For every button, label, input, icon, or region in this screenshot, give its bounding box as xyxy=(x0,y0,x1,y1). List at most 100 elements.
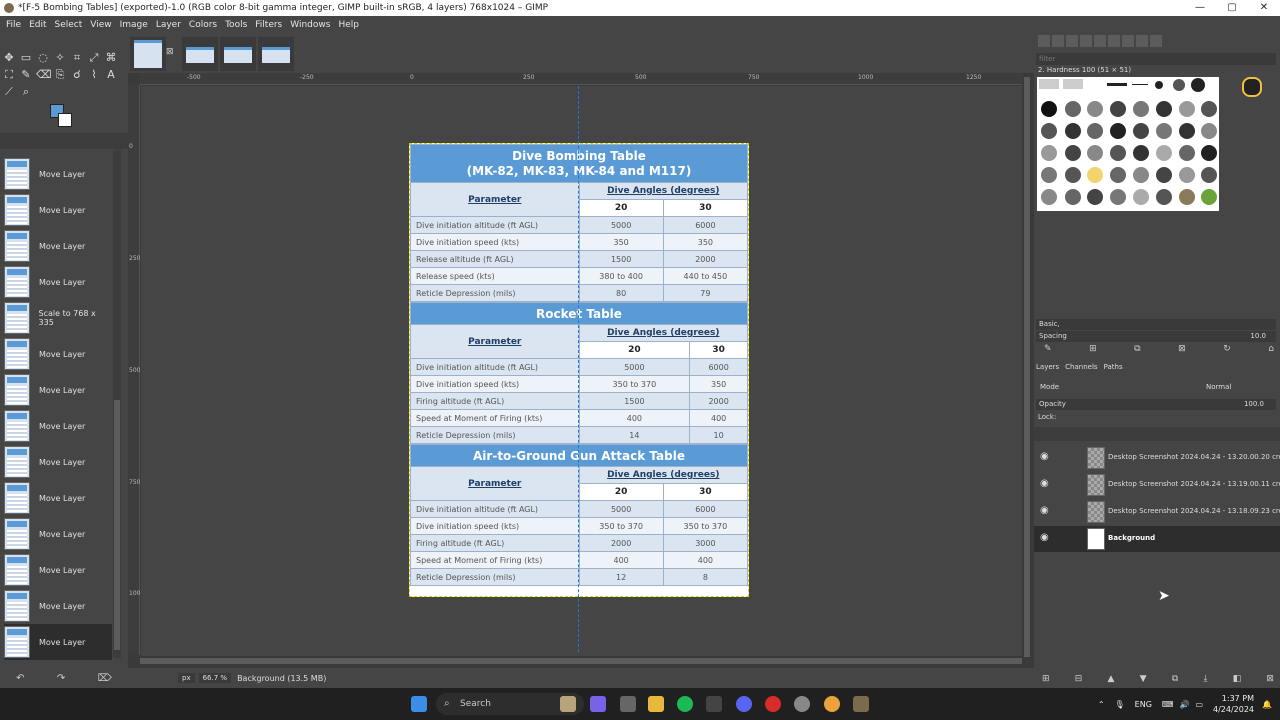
language-indicator[interactable]: ENG xyxy=(1135,700,1152,709)
undo-item[interactable]: Move Layer xyxy=(4,264,112,300)
delete-brush-icon[interactable]: ⊠ xyxy=(1178,344,1186,356)
horizontal-scrollbar[interactable] xyxy=(140,657,1022,665)
zoom-tool-icon[interactable]: ⌕ xyxy=(19,85,33,99)
duplicate-layer-icon[interactable]: ⧉ xyxy=(1172,674,1178,686)
text-tool-icon[interactable]: A xyxy=(104,68,118,82)
refresh-brushes-icon[interactable]: ↻ xyxy=(1223,344,1231,356)
tab-channels[interactable]: Channels xyxy=(1065,363,1097,375)
move-tool-icon[interactable]: ✥ xyxy=(2,51,16,65)
undo-item[interactable]: Move Layer xyxy=(4,192,112,228)
delete-layer-icon[interactable]: ⊠ xyxy=(1266,674,1274,686)
gimp-taskbar-icon[interactable] xyxy=(853,696,869,712)
menu-image[interactable]: Image xyxy=(116,20,152,30)
menu-help[interactable]: Help xyxy=(334,20,363,30)
app-icon[interactable] xyxy=(706,696,722,712)
menu-file[interactable]: File xyxy=(2,20,25,30)
widgets-icon[interactable] xyxy=(560,696,576,712)
windows-start-icon[interactable] xyxy=(411,696,427,712)
merge-layer-icon[interactable]: ⤓ xyxy=(1203,674,1207,686)
measure-tool-icon[interactable]: ⟋ xyxy=(2,85,16,99)
menu-layer[interactable]: Layer xyxy=(152,20,185,30)
rect-select-tool-icon[interactable]: ▭ xyxy=(19,51,33,65)
discord-icon[interactable] xyxy=(736,696,752,712)
image-tab[interactable] xyxy=(182,37,218,71)
task-view-icon[interactable] xyxy=(620,696,636,712)
undo-item[interactable]: Move Layer xyxy=(4,516,112,552)
undo-item[interactable]: Move Layer xyxy=(4,228,112,264)
spacing-slider[interactable]: Spacing 10.0 xyxy=(1036,331,1276,342)
steam-icon[interactable] xyxy=(794,696,810,712)
clock[interactable]: 1:37 PM 4/24/2024 xyxy=(1213,693,1254,715)
horizontal-ruler[interactable]: -500 -250 0 250 500 750 1000 1250 xyxy=(140,73,1022,85)
undo-scrollbar[interactable] xyxy=(113,150,121,658)
tab-paths[interactable]: Paths xyxy=(1104,363,1123,375)
unit-selector[interactable]: px xyxy=(178,673,195,683)
file-explorer-icon[interactable] xyxy=(648,696,664,712)
menu-edit[interactable]: Edit xyxy=(25,20,50,30)
clear-history-icon[interactable]: ⌦ xyxy=(98,673,112,684)
undo-item[interactable]: Move Layer xyxy=(4,444,112,480)
layer-opacity-slider[interactable]: Opacity 100.0 xyxy=(1036,399,1276,410)
copilot-icon[interactable] xyxy=(590,696,606,712)
undo-item[interactable]: Move Layer xyxy=(4,156,112,192)
brush-dock-tabs[interactable] xyxy=(1038,35,1278,51)
warp-tool-icon[interactable]: ⌘ xyxy=(104,51,118,65)
network-icon[interactable]: ⌨ xyxy=(1162,700,1174,709)
undo-icon[interactable]: ↶ xyxy=(16,673,24,684)
undo-item[interactable]: Move Layer xyxy=(4,588,112,624)
microphone-icon[interactable]: 🎙 xyxy=(1115,700,1125,709)
path-tool-icon[interactable]: ⌇ xyxy=(87,68,101,82)
transform-tool-icon[interactable]: ⤢ xyxy=(87,51,101,65)
brush-preset-select[interactable]: Basic, xyxy=(1036,319,1276,330)
edit-brush-icon[interactable]: ✎ xyxy=(1044,344,1052,356)
menu-view[interactable]: View xyxy=(86,20,115,30)
volume-icon[interactable]: 🔊 xyxy=(1179,700,1189,709)
visibility-eye-icon[interactable]: ◉ xyxy=(1040,478,1054,492)
maximize-button[interactable]: ▢ xyxy=(1216,0,1248,16)
paintbrush-tool-icon[interactable]: ✎ xyxy=(19,68,33,82)
menu-colors[interactable]: Colors xyxy=(185,20,221,30)
lower-layer-icon[interactable]: ▼ xyxy=(1140,674,1147,686)
background-color-swatch[interactable] xyxy=(58,113,72,127)
new-layer-icon[interactable]: ⊞ xyxy=(1042,674,1050,686)
chrome-icon[interactable] xyxy=(824,696,840,712)
document-image[interactable]: Dive Bombing Table (MK-82, MK-83, MK-84 a… xyxy=(409,143,749,597)
undo-item-selected[interactable]: Move Layer xyxy=(4,624,112,660)
image-tab[interactable] xyxy=(130,37,166,71)
layer-row[interactable]: ◉ Desktop Screenshot 2024.04.24 - 13.20.0… xyxy=(1034,445,1280,471)
close-tab-icon[interactable]: ⊠ xyxy=(166,47,174,57)
layer-row[interactable]: ◉ Desktop Screenshot 2024.04.24 - 13.19.0… xyxy=(1034,472,1280,498)
redo-icon[interactable]: ↷ xyxy=(57,673,65,684)
brush-grid[interactable] xyxy=(1037,77,1262,211)
tab-layers[interactable]: Layers xyxy=(1036,363,1059,375)
visibility-eye-icon[interactable]: ◉ xyxy=(1040,505,1054,519)
clone-tool-icon[interactable]: ⎘ xyxy=(53,68,67,82)
new-group-icon[interactable]: ⊟ xyxy=(1075,674,1083,686)
new-brush-icon[interactable]: ⊞ xyxy=(1089,344,1097,356)
undo-item[interactable]: Scale to 768 x 335 xyxy=(4,300,112,336)
dock-tabs[interactable] xyxy=(0,133,128,149)
visibility-eye-icon[interactable]: ◉ xyxy=(1040,451,1054,465)
menu-tools[interactable]: Tools xyxy=(221,20,251,30)
bucket-fill-tool-icon[interactable]: ⛶ xyxy=(2,68,16,82)
undo-item[interactable]: Move Layer xyxy=(4,408,112,444)
raise-layer-icon[interactable]: ▲ xyxy=(1108,674,1115,686)
menu-select[interactable]: Select xyxy=(51,20,87,30)
vertical-ruler[interactable]: 0 250 500 750 1000 xyxy=(128,85,144,655)
brush-filter-input[interactable]: filter xyxy=(1036,53,1276,65)
minimize-button[interactable]: — xyxy=(1184,0,1216,16)
undo-item[interactable]: Move Layer xyxy=(4,480,112,516)
undo-item[interactable]: Move Layer xyxy=(4,336,112,372)
undo-item[interactable]: Move Layer xyxy=(4,552,112,588)
close-button[interactable]: ✕ xyxy=(1248,0,1280,16)
image-tab[interactable] xyxy=(220,37,256,71)
vertical-scrollbar[interactable] xyxy=(1022,73,1034,663)
undo-item[interactable]: Move Layer xyxy=(4,372,112,408)
fuzzy-select-tool-icon[interactable]: ✧ xyxy=(53,51,67,65)
vertical-guide[interactable] xyxy=(578,86,579,652)
layer-mode-select[interactable]: Normal xyxy=(1206,383,1231,391)
battery-icon[interactable]: ▭ xyxy=(1195,700,1203,709)
lasso-tool-icon[interactable]: ◌ xyxy=(36,51,50,65)
mask-icon[interactable]: ◧ xyxy=(1233,674,1242,686)
opera-icon[interactable] xyxy=(765,696,781,712)
